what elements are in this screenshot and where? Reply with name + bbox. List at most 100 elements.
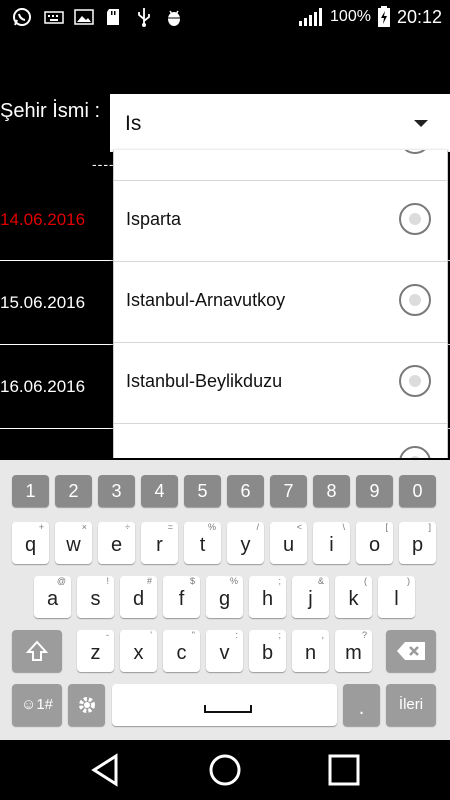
key-label: c — [176, 642, 187, 664]
city-spinner[interactable]: Is — [110, 94, 450, 152]
key-g[interactable]: % g — [206, 576, 243, 618]
symbols-key[interactable]: ☺1# — [12, 684, 62, 726]
option-label: Istanbul-Beylikduzu — [126, 371, 283, 391]
key-label: g — [218, 588, 231, 610]
key-label: v — [219, 642, 230, 664]
key-6[interactable]: 6 — [227, 475, 264, 507]
key-label: x — [133, 642, 144, 664]
key-hint: < — [296, 522, 302, 532]
key-hint: ? — [361, 630, 367, 640]
space-bar-icon — [204, 705, 252, 713]
key-n[interactable]: ,n — [292, 630, 329, 672]
key-label: u — [282, 534, 295, 556]
key-label: q — [24, 534, 37, 556]
radio-button[interactable] — [399, 203, 431, 235]
key-label: m — [345, 642, 362, 664]
battery-percent: 100% — [330, 8, 371, 25]
back-icon[interactable] — [88, 753, 124, 787]
key-s[interactable]: ! s — [77, 576, 114, 618]
space-key[interactable] — [112, 684, 337, 726]
key-a[interactable]: @ a — [34, 576, 71, 618]
settings-key[interactable] — [68, 684, 105, 726]
key-hint: \ — [342, 522, 345, 532]
key-hint: # — [146, 576, 152, 586]
home-icon[interactable] — [207, 753, 243, 787]
key-j[interactable]: & j — [292, 576, 329, 618]
radio-button[interactable] — [399, 284, 431, 316]
key-hint: [ — [385, 522, 388, 532]
key-label: a — [46, 588, 59, 610]
key-label: b — [261, 642, 274, 664]
key-z[interactable]: -z — [77, 630, 114, 672]
key-5[interactable]: 5 — [184, 475, 221, 507]
key-4[interactable]: 4 — [141, 475, 178, 507]
key-u[interactable]: < u — [270, 522, 307, 564]
image-icon — [74, 9, 94, 25]
list-item[interactable]: Istanbul-Beylikduzu — [114, 343, 447, 424]
key-hint: $ — [189, 576, 195, 586]
backspace-icon — [397, 642, 425, 660]
key-0[interactable]: 0 — [399, 475, 436, 507]
keyboard-icon — [44, 11, 64, 24]
key-l[interactable]: ) l — [378, 576, 415, 618]
key-o[interactable]: [o — [356, 522, 393, 564]
key-7[interactable]: 7 — [270, 475, 307, 507]
key-label: i — [329, 534, 334, 556]
list-item[interactable]: Isparta — [114, 181, 447, 262]
list-item-partial[interactable] — [114, 424, 447, 458]
key-label: h — [261, 588, 274, 610]
key-w[interactable]: × w — [55, 522, 92, 564]
key-e[interactable]: ÷ e — [98, 522, 135, 564]
key-9[interactable]: 9 — [356, 475, 393, 507]
key-1[interactable]: 1 — [12, 475, 49, 507]
radio-button[interactable] — [399, 150, 431, 154]
key-r[interactable]: = r — [141, 522, 178, 564]
key-hint: + — [38, 522, 44, 532]
city-dropdown-list[interactable]: Isparta Istanbul-Arnavutkoy Istanbul-Bey… — [113, 150, 448, 458]
key-f[interactable]: $ f — [163, 576, 200, 618]
key-hint: ÷ — [125, 522, 130, 532]
list-item[interactable]: Istanbul-Arnavutkoy — [114, 262, 447, 343]
key-b[interactable]: ; b — [249, 630, 286, 672]
key-hint: = — [167, 522, 173, 532]
backspace-key[interactable] — [386, 630, 436, 672]
key-label: y — [240, 534, 251, 556]
key-i[interactable]: \ i — [313, 522, 350, 564]
key-p[interactable]: ] p — [399, 522, 436, 564]
key-hint: ; — [278, 576, 281, 586]
navigation-bar — [0, 740, 450, 800]
key-3[interactable]: 3 — [98, 475, 135, 507]
radio-button[interactable] — [399, 446, 431, 458]
status-bar: 100% 20:12 — [0, 0, 450, 34]
list-item-partial[interactable] — [114, 150, 447, 181]
key-k[interactable]: (k — [335, 576, 372, 618]
option-label: Isparta — [126, 209, 182, 229]
date-text: 16.06.2016 — [0, 377, 86, 396]
usb-icon — [138, 8, 150, 27]
key-label: z — [90, 642, 101, 664]
key-m[interactable]: ? m — [335, 630, 372, 672]
key-x[interactable]: ' x — [120, 630, 157, 672]
key-hint: , — [321, 630, 324, 640]
key-h[interactable]: ; h — [249, 576, 286, 618]
key-v[interactable]: :v — [206, 630, 243, 672]
status-right: 100% 20:12 — [298, 6, 442, 27]
key-hint: % — [229, 576, 238, 586]
key-d[interactable]: # d — [120, 576, 157, 618]
key-hint: @ — [56, 576, 66, 586]
enter-next-key[interactable]: İleri — [386, 684, 436, 726]
key-y[interactable]: / y — [227, 522, 264, 564]
key-q[interactable]: + q — [12, 522, 49, 564]
key-label: r — [156, 534, 163, 556]
key-8[interactable]: 8 — [313, 475, 350, 507]
shift-key[interactable] — [12, 630, 62, 672]
key-hint: - — [106, 630, 109, 640]
radio-button[interactable] — [399, 365, 431, 397]
key-2[interactable]: 2 — [55, 475, 92, 507]
key-t[interactable]: % t — [184, 522, 221, 564]
key-c[interactable]: " c — [163, 630, 200, 672]
key-hint: ( — [364, 576, 367, 586]
key-hint: ! — [106, 576, 109, 586]
period-key[interactable]: . — [343, 684, 380, 726]
recent-apps-icon[interactable] — [326, 753, 362, 787]
